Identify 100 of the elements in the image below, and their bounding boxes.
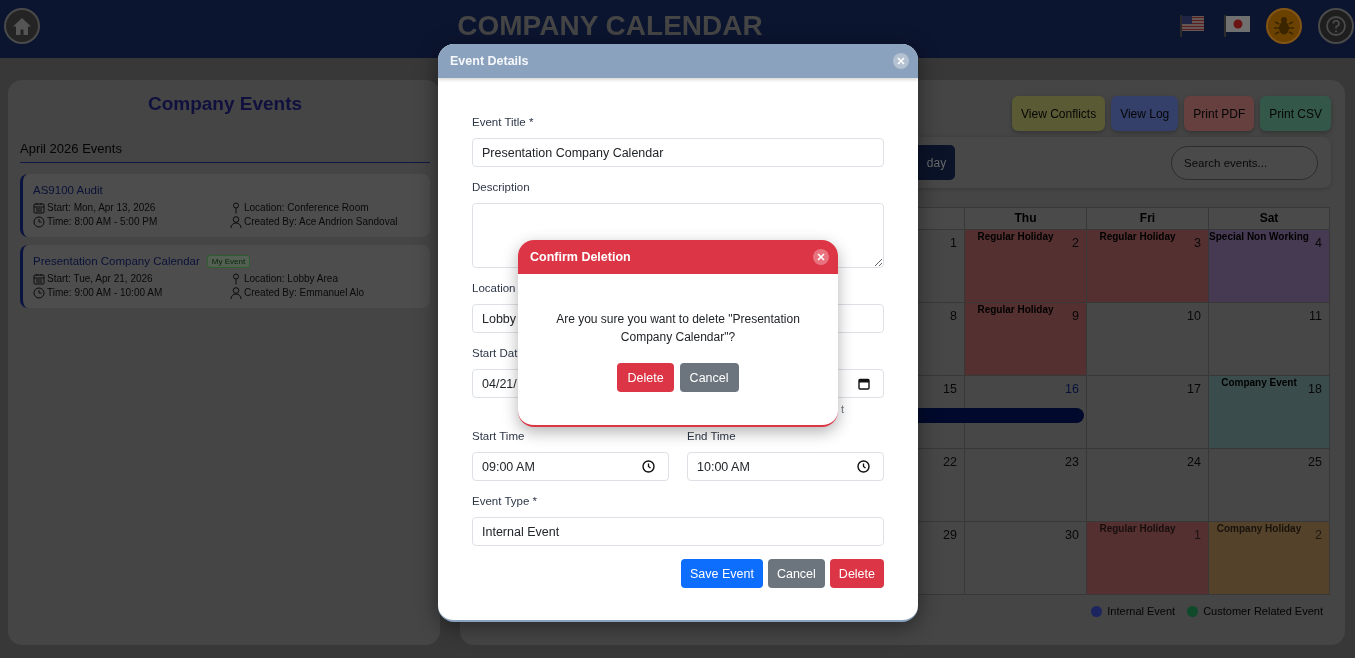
day-event-label: Company Event: [1221, 377, 1297, 389]
input-field[interactable]: Presentation Company Calendar: [472, 138, 884, 167]
dialog-title: Confirm Deletion: [530, 249, 631, 265]
action-button[interactable]: Print PDF: [1184, 96, 1255, 131]
day-cell[interactable]: Regular Holiday 9: [964, 303, 1086, 376]
day-cell[interactable]: Special Non Working 4: [1208, 230, 1329, 303]
close-icon[interactable]: [813, 249, 829, 265]
pin-icon: [230, 273, 242, 285]
day-number: 16: [1065, 382, 1079, 396]
day-number: 1: [950, 236, 957, 250]
event-detail: Start: Mon, Apr 13, 2026: [47, 201, 156, 215]
clock-icon[interactable]: [642, 460, 655, 473]
event-title: Presentation Company Calendar: [33, 254, 200, 268]
calendar-icon[interactable]: [858, 377, 870, 390]
day-cell[interactable]: Regular Holiday 3: [1086, 230, 1208, 303]
legend-label: Internal Event: [1107, 604, 1176, 618]
pin-icon: [230, 202, 242, 214]
day-number: 1: [1194, 528, 1201, 542]
delete-button[interactable]: Delete: [829, 559, 884, 588]
day-number: 3: [1194, 236, 1201, 250]
day-event-label: Regular Holiday: [977, 304, 1054, 316]
page-title: COMPANY CALENDAR: [457, 9, 763, 43]
section-title: April 2026 Events: [20, 141, 122, 157]
field-label: Start Time: [472, 429, 525, 444]
day-number: 23: [1065, 455, 1079, 469]
home-icon[interactable]: [4, 8, 40, 44]
event-detail: Location: Lobby Area: [244, 272, 338, 286]
delete-button[interactable]: Delete: [617, 363, 674, 392]
day-cell[interactable]: 25: [1208, 449, 1329, 522]
day-number: 29: [943, 528, 957, 542]
event-detail: Created By: Ace Andrion Sandoval: [244, 215, 398, 229]
day-event-label: Regular Holiday: [1099, 523, 1176, 535]
day-event-label: Regular Holiday: [977, 231, 1054, 243]
day-event-label: Special Non Working: [1209, 231, 1309, 243]
day-number: 25: [1308, 455, 1322, 469]
action-button[interactable]: View Log: [1111, 96, 1179, 131]
circle-flag-icon[interactable]: [1224, 15, 1250, 37]
event-detail: Time: 8:00 AM - 5:00 PM: [47, 215, 158, 229]
day-cell[interactable]: 24: [1086, 449, 1208, 522]
day-number: 15: [943, 382, 957, 396]
day-event-label: Company Holiday: [1216, 523, 1302, 535]
day-cell[interactable]: Regular Holiday 2: [964, 230, 1086, 303]
day-number: 17: [1187, 382, 1201, 396]
day-number: 9: [1072, 309, 1079, 323]
field-label: Location: [472, 281, 516, 296]
confirm-message: Are you sure you want to delete "Presentation Company Calendar"?: [555, 311, 801, 346]
view-button[interactable]: day: [918, 145, 955, 180]
field-label: Description: [472, 180, 530, 195]
close-icon[interactable]: [893, 53, 909, 69]
field-label: End Time: [687, 429, 736, 444]
action-button[interactable]: View Conflicts: [1012, 96, 1106, 131]
event-card[interactable]: Presentation Company Calendar My Event Start: Tue, Apr 21, 2026 Location: Lobby Area Time: 9:00 AM - 10:00 AM Created By: Emmanuel Alo: [20, 245, 430, 308]
help-icon[interactable]: [1318, 8, 1354, 44]
field-label: Start Dat: [472, 346, 518, 361]
event-detail: Created By: Emmanuel Alo: [244, 286, 365, 300]
time-field[interactable]: 09:00 AM: [472, 452, 669, 481]
column-header: Thu: [964, 208, 1086, 230]
field-label: Event Title *: [472, 115, 534, 130]
input-field[interactable]: Internal Event: [472, 517, 884, 546]
clock-icon: [33, 287, 45, 299]
event-badge: My Event: [206, 254, 251, 268]
cancel-button[interactable]: Cancel: [679, 363, 739, 392]
day-cell[interactable]: 11: [1208, 303, 1329, 376]
column-header: Fri: [1086, 208, 1208, 230]
event-detail: Location: Conference Room: [244, 201, 369, 215]
day-cell[interactable]: 17: [1086, 376, 1208, 449]
person-icon: [230, 287, 242, 299]
column-header: Sat: [1208, 208, 1329, 230]
calendar-icon: [33, 273, 45, 285]
day-number: 22: [943, 455, 957, 469]
action-button[interactable]: Print CSV: [1260, 96, 1331, 131]
day-number: 11: [1309, 309, 1322, 323]
save-button[interactable]: Save Event: [681, 559, 763, 588]
dialog-title: Event Details: [450, 53, 529, 69]
day-cell[interactable]: Company Event 18: [1208, 376, 1329, 449]
day-number: 10: [1187, 309, 1201, 323]
calendar-icon: [33, 202, 45, 214]
event-card[interactable]: AS9100 Audit Start: Mon, Apr 13, 2026 Location: Conference Room Time: 8:00 AM - 5:00 PM Created By: Ace Andrion Sandoval: [20, 174, 430, 237]
field-label: Event Type *: [472, 494, 537, 509]
day-number: 8: [950, 309, 957, 323]
person-icon: [230, 216, 242, 228]
day-cell[interactable]: 30: [964, 522, 1086, 595]
event-detail: Time: 9:00 AM - 10:00 AM: [47, 286, 163, 300]
day-cell[interactable]: Regular Holiday 1: [1086, 522, 1208, 595]
day-cell[interactable]: 23: [964, 449, 1086, 522]
striped-flag-icon[interactable]: [1180, 15, 1204, 37]
event-title: AS9100 Audit: [33, 183, 103, 197]
day-event-label: Regular Holiday: [1099, 231, 1176, 243]
cancel-button[interactable]: Cancel: [767, 559, 825, 588]
day-number: 24: [1187, 455, 1201, 469]
day-cell[interactable]: 10: [1086, 303, 1208, 376]
day-number: 30: [1065, 528, 1079, 542]
day-number: 4: [1315, 236, 1322, 250]
clock-icon[interactable]: [857, 460, 870, 473]
day-number: 18: [1308, 382, 1322, 396]
helper-text: t: [840, 402, 844, 416]
bug-icon[interactable]: [1266, 8, 1302, 44]
legend-label: Customer Related Event: [1203, 604, 1323, 618]
search-field[interactable]: Search events...: [1171, 145, 1318, 180]
time-field[interactable]: 10:00 AM: [687, 452, 884, 481]
